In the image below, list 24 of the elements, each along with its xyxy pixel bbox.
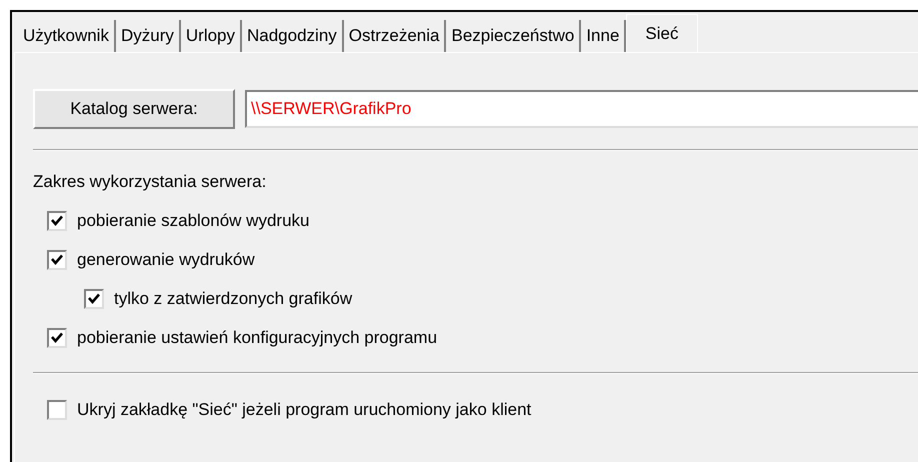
checkmark-icon xyxy=(51,215,63,226)
checkmark-icon xyxy=(88,293,100,304)
checkmark-icon xyxy=(51,332,63,343)
server-directory-button[interactable]: Katalog serwera: xyxy=(33,89,235,129)
tab[interactable]: Nadgodziny xyxy=(242,20,344,52)
checkbox-label: Ukryj zakładkę "Sieć" jeżeli program uruchomiony jako klient xyxy=(77,398,532,421)
checkbox[interactable] xyxy=(84,288,104,308)
tab[interactable]: Sieć xyxy=(626,14,698,52)
checkmark-icon xyxy=(51,254,63,265)
server-path-field[interactable]: \\SERWER\GrafikPro xyxy=(245,90,918,128)
section-label: Zakres wykorzystania serwera: xyxy=(33,171,268,193)
tab[interactable]: Ostrzeżenia xyxy=(344,20,446,52)
checkbox-label: tylko z zatwierdzonych grafików xyxy=(114,288,352,310)
checkbox[interactable] xyxy=(47,400,67,420)
tab[interactable]: Urlopy xyxy=(180,20,242,52)
checkbox[interactable] xyxy=(47,328,67,348)
tab[interactable]: Dyżury xyxy=(116,20,181,52)
checkbox-label: pobieranie ustawień konfiguracyjnych programu xyxy=(77,326,438,349)
checkbox[interactable] xyxy=(47,250,67,270)
tab[interactable]: Bezpieczeństwo xyxy=(446,20,582,52)
checkbox-label: generowanie wydruków xyxy=(77,248,255,271)
tab[interactable]: Użytkownik xyxy=(18,20,116,52)
checkbox[interactable] xyxy=(47,210,67,230)
checkbox-label: pobieranie szablonów wydruku xyxy=(77,210,310,232)
